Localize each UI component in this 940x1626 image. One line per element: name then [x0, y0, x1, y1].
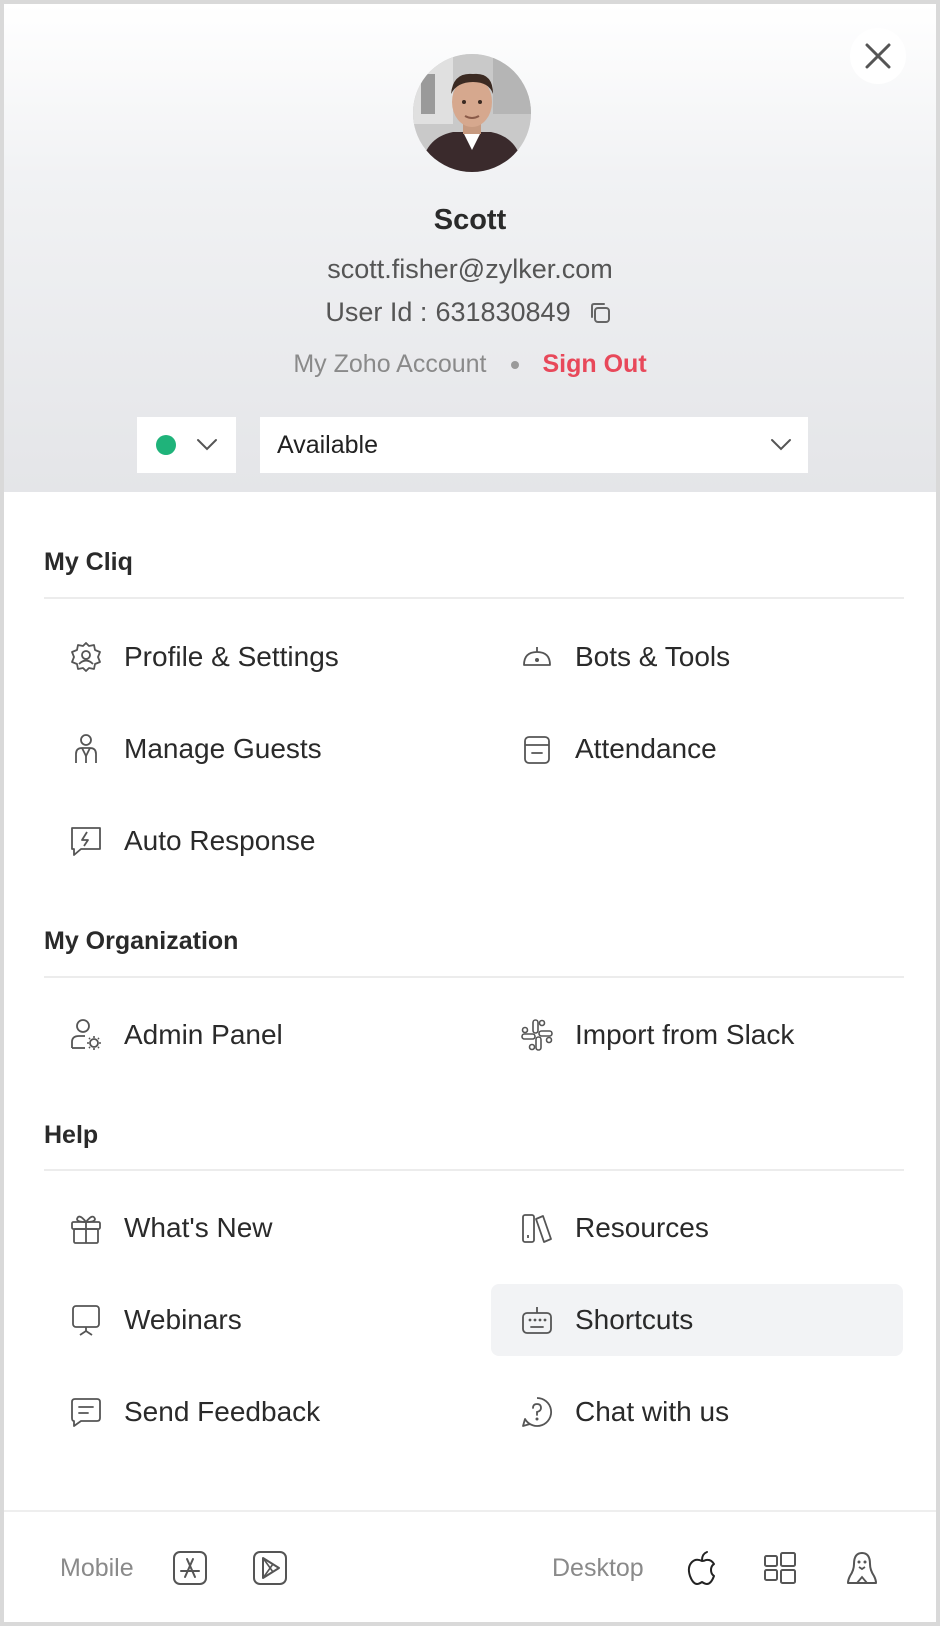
- menu-item-admin-panel[interactable]: Admin Panel: [68, 999, 448, 1071]
- status-message-text: Available: [277, 430, 379, 459]
- close-button[interactable]: [850, 28, 906, 84]
- admin-user-icon: [68, 1017, 104, 1053]
- play-store-icon: [253, 1551, 287, 1585]
- section-title-my-cliq: My Cliq: [44, 548, 133, 576]
- user-id-label: User Id :: [325, 297, 428, 327]
- auto-response-icon: [68, 823, 104, 859]
- menu-item-label: Send Feedback: [124, 1396, 321, 1427]
- menu-item-bots-tools[interactable]: Bots & Tools: [491, 621, 903, 693]
- windows-icon: [764, 1552, 796, 1584]
- menu-item-send-feedback[interactable]: Send Feedback: [68, 1376, 448, 1448]
- menu-item-shortcuts[interactable]: Shortcuts: [491, 1284, 903, 1356]
- avatar[interactable]: [413, 54, 531, 172]
- menu-item-auto-response[interactable]: Auto Response: [68, 805, 448, 877]
- chevron-down-icon: [771, 439, 791, 451]
- profile-header: Scott scott.fisher@zylker.com User Id : …: [4, 4, 936, 494]
- guest-user-icon: [68, 731, 104, 767]
- menu-item-import-from-slack[interactable]: Import from Slack: [491, 999, 903, 1071]
- menu-item-label: Shortcuts: [575, 1304, 694, 1335]
- section-title-help: Help: [44, 1121, 99, 1149]
- status-message-dropdown[interactable]: Available: [260, 417, 808, 473]
- copy-icon: [590, 302, 610, 323]
- copy-user-id-button[interactable]: [585, 298, 615, 328]
- app-store-button[interactable]: [170, 1548, 210, 1588]
- menu-item-whats-new[interactable]: What's New: [68, 1192, 448, 1264]
- section-divider: [44, 1169, 904, 1171]
- resources-book-icon: [519, 1210, 555, 1246]
- presentation-board-icon: [68, 1302, 104, 1338]
- user-name: Scott: [433, 204, 507, 236]
- mobile-label: Mobile: [60, 1554, 134, 1582]
- bot-icon: [519, 639, 555, 675]
- menu-item-resources[interactable]: Resources: [491, 1192, 903, 1264]
- menu-item-label: Webinars: [124, 1304, 242, 1335]
- menu-item-label: What's New: [124, 1212, 273, 1243]
- menu-item-chat-with-us[interactable]: Chat with us: [491, 1376, 903, 1448]
- keyboard-icon: [519, 1302, 555, 1338]
- gift-icon: [68, 1210, 104, 1246]
- menu-item-label: Manage Guests: [124, 733, 322, 764]
- section-divider: [44, 976, 904, 978]
- user-id-row: User Id : 631830849: [4, 297, 936, 328]
- windows-download-button[interactable]: [760, 1548, 800, 1588]
- play-store-button[interactable]: [250, 1548, 290, 1588]
- menu-item-label: Attendance: [575, 733, 717, 764]
- slack-icon: [519, 1017, 555, 1053]
- download-apps-footer: Mobile Desktop: [4, 1510, 936, 1622]
- menu-item-profile-settings[interactable]: Profile & Settings: [68, 621, 448, 693]
- close-icon: [865, 43, 891, 69]
- section-divider: [44, 597, 904, 599]
- help-question-icon: [519, 1394, 555, 1430]
- menu-item-label: Profile & Settings: [124, 641, 339, 672]
- menu-item-label: Chat with us: [575, 1396, 730, 1427]
- feedback-chat-icon: [68, 1394, 104, 1430]
- profile-panel: Scott scott.fisher@zylker.com User Id : …: [0, 0, 940, 1626]
- my-zoho-account-link[interactable]: My Zoho Account: [293, 350, 486, 379]
- mac-download-button[interactable]: [682, 1548, 722, 1588]
- menu-item-attendance[interactable]: Attendance: [491, 713, 903, 785]
- menu-item-webinars[interactable]: Webinars: [68, 1284, 448, 1356]
- menu-item-label: Bots & Tools: [575, 641, 731, 672]
- linux-icon: [847, 1552, 877, 1584]
- presence-dropdown[interactable]: [137, 417, 236, 473]
- user-email: scott.fisher@zylker.com: [327, 254, 613, 284]
- linux-download-button[interactable]: [842, 1548, 882, 1588]
- app-store-icon: [173, 1551, 207, 1585]
- menu-item-manage-guests[interactable]: Manage Guests: [68, 713, 448, 785]
- menu-item-label: Admin Panel: [124, 1019, 283, 1050]
- account-row: My Zoho Account Sign Out: [4, 350, 936, 379]
- menu-item-label: Import from Slack: [575, 1019, 795, 1050]
- menu-item-label: Resources: [575, 1212, 709, 1243]
- apple-icon: [687, 1551, 715, 1585]
- calendar-icon: [519, 731, 555, 767]
- menu-item-label: Auto Response: [124, 825, 316, 856]
- user-id-value: 631830849: [435, 297, 571, 327]
- presence-online-indicator: [156, 435, 176, 455]
- settings-gear-icon: [68, 639, 104, 675]
- chevron-down-icon: [197, 439, 217, 451]
- desktop-label: Desktop: [552, 1554, 644, 1582]
- separator-dot: [510, 360, 519, 369]
- sign-out-link[interactable]: Sign Out: [543, 350, 647, 379]
- section-title-my-organization: My Organization: [44, 927, 239, 955]
